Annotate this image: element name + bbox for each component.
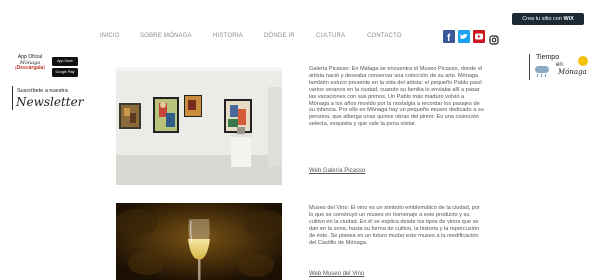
- wix-promo-badge[interactable]: Crea tu sitio con WiX: [512, 13, 584, 25]
- weather-widget[interactable]: Tiempo en Mónaga: [529, 54, 593, 80]
- article-text-vino: Museo del Vino: El vino es un símbolo em…: [309, 205, 480, 246]
- weather-title: Tiempo: [536, 54, 560, 61]
- app-store-badge[interactable]: App Store: [52, 57, 78, 66]
- gallery-photo: [116, 67, 282, 185]
- newsletter-signup[interactable]: Suscríbete a nuestra Newsletter: [12, 86, 83, 110]
- rain-cloud-icon: [535, 66, 549, 78]
- wix-badge-prefix: Crea tu sitio con: [522, 16, 562, 22]
- nav-item-sobre-monaga[interactable]: SOBRE MÓNAGA: [140, 33, 192, 39]
- nav-item-inicio[interactable]: INICIO: [100, 33, 120, 39]
- newsletter-caption: Suscríbete a nuestra: [17, 88, 68, 94]
- weather-brand: Mónaga: [558, 68, 587, 76]
- instagram-icon[interactable]: [489, 32, 499, 45]
- link-museo-del-vino[interactable]: Web Museo del Vino: [309, 271, 364, 277]
- facebook-icon[interactable]: f: [443, 30, 455, 44]
- newsletter-title: Newsletter: [16, 95, 84, 109]
- wix-badge-brand: WiX: [563, 16, 574, 22]
- wine-photo: [116, 203, 282, 280]
- app-promo-text: App Oficial Mónaga ¡Descárgala!: [12, 54, 48, 72]
- nav-item-donde-ir[interactable]: DÓNDE IR: [264, 33, 295, 39]
- sun-icon: [578, 56, 588, 66]
- app-promo-line3: ¡Descárgala!: [14, 65, 45, 72]
- nav-item-cultura[interactable]: CULTURA: [316, 33, 345, 39]
- link-galeria-picasso[interactable]: Web Galería Picasso: [309, 168, 365, 174]
- twitter-icon[interactable]: [458, 30, 470, 43]
- youtube-icon[interactable]: [473, 30, 485, 43]
- nav-item-contacto[interactable]: CONTACTO: [367, 33, 402, 39]
- official-app-promo[interactable]: App Oficial Mónaga ¡Descárgala! App Stor…: [12, 54, 78, 79]
- nav-item-historia[interactable]: HISTORIA: [213, 33, 243, 39]
- svg-text:f: f: [447, 33, 451, 43]
- article-text-picasso: Galería Picasso: En Málaga se encuentra …: [309, 66, 484, 128]
- google-play-badge[interactable]: Google Play: [52, 68, 78, 77]
